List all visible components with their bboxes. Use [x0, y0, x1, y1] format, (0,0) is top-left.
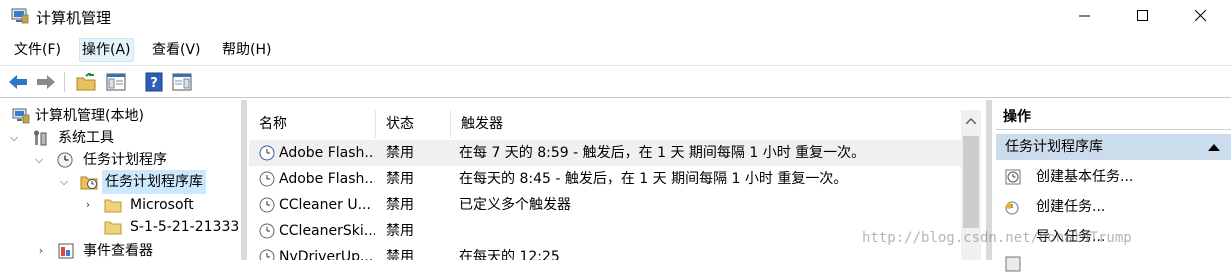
- actions-header: 操作: [996, 104, 1231, 130]
- task-clock-icon: [259, 145, 275, 161]
- window-title: 计算机管理: [36, 9, 112, 27]
- up-level-button[interactable]: [74, 70, 98, 94]
- back-arrow-icon: [9, 75, 27, 89]
- divider: [0, 97, 1231, 98]
- task-clock-icon: [259, 223, 275, 239]
- actions-section-header[interactable]: 任务计划程序库: [996, 134, 1231, 160]
- left-splitter[interactable]: [241, 100, 247, 260]
- clock-icon: [57, 152, 73, 168]
- scrollbar-thumb[interactable]: [963, 136, 979, 228]
- menu-bar: 文件(F) 操作(A) 查看(V) 帮助(H): [0, 36, 1231, 64]
- show-hide-action-pane-button[interactable]: [170, 70, 194, 94]
- menu-view[interactable]: 查看(V): [150, 39, 203, 61]
- menu-help[interactable]: 帮助(H): [220, 39, 273, 61]
- close-icon: [1195, 10, 1207, 22]
- collapse-up-icon[interactable]: [1208, 144, 1220, 151]
- maximize-icon: [1137, 10, 1148, 21]
- folder-clock-icon: [80, 176, 98, 190]
- system-tools-icon: [34, 130, 47, 146]
- back-button[interactable]: [6, 70, 30, 94]
- computer-management-icon: [11, 8, 29, 24]
- tree-item-label: S-1-5-21-21333: [130, 219, 240, 235]
- svg-text:?: ?: [150, 76, 158, 91]
- help-button[interactable]: ?: [142, 70, 166, 94]
- create-task-icon: [1005, 201, 1019, 215]
- tree-item-label: 事件查看器: [83, 243, 153, 259]
- cell-name: CCleanerSki...: [279, 223, 375, 239]
- folder-icon: [104, 221, 122, 235]
- chevron-down-icon[interactable]: ⌵: [58, 170, 70, 194]
- forward-arrow-icon: [37, 75, 55, 89]
- minimize-icon: [1079, 15, 1090, 17]
- show-hide-tree-icon: [106, 73, 126, 91]
- table-row[interactable]: NvDriverUp... 禁用 在每天的 12:25: [249, 244, 961, 260]
- cell-status: 禁用: [386, 145, 414, 161]
- table-row[interactable]: Adobe Flash... 禁用 在每 7 天的 8:59 - 触发后，在 1…: [249, 140, 961, 166]
- cell-status: 禁用: [386, 249, 414, 260]
- chevron-down-icon[interactable]: ⌵: [33, 148, 45, 172]
- cell-trigger: 在每天的 12:25: [459, 249, 560, 260]
- up-folder-icon: [76, 73, 96, 91]
- next-action[interactable]: [996, 252, 1231, 278]
- tree-item-label: 系统工具: [58, 130, 114, 146]
- cell-trigger: 已定义多个触发器: [459, 197, 571, 213]
- cell-trigger: 在每天的 8:45 - 触发后，在 1 天 期间每隔 1 小时 重复一次。: [459, 171, 848, 187]
- action-label: 创建任务...: [1036, 199, 1106, 215]
- cell-name: CCleaner U...: [279, 197, 371, 213]
- action-label: 创建基本任务...: [1036, 169, 1134, 185]
- tree-item-label: 计算机管理(本地): [35, 108, 144, 124]
- action-icon: [1005, 256, 1021, 272]
- show-hide-action-pane-icon: [172, 73, 192, 91]
- cell-status: 禁用: [386, 197, 414, 213]
- cell-trigger: 在每 7 天的 8:59 - 触发后，在 1 天 期间每隔 1 小时 重复一次。: [459, 145, 866, 161]
- maximize-button[interactable]: [1120, 0, 1166, 32]
- tree-item-label: Microsoft: [130, 197, 194, 213]
- show-hide-tree-button[interactable]: [104, 70, 128, 94]
- task-clock-icon: [259, 197, 275, 213]
- chevron-right-icon[interactable]: ›: [82, 193, 94, 217]
- basic-task-icon: [1005, 169, 1021, 185]
- event-viewer-icon: [58, 243, 74, 259]
- chevron-down-icon[interactable]: ⌵: [8, 126, 20, 150]
- table-row[interactable]: CCleaner U... 禁用 已定义多个触发器: [249, 192, 961, 218]
- cell-status: 禁用: [386, 223, 414, 239]
- column-header-name[interactable]: 名称: [249, 110, 376, 138]
- close-button[interactable]: [1178, 0, 1224, 32]
- column-header-trigger[interactable]: 触发器: [451, 110, 961, 138]
- task-clock-icon: [259, 249, 275, 260]
- table-row[interactable]: CCleanerSki... 禁用: [249, 218, 961, 244]
- create-basic-task-action[interactable]: 创建基本任务...: [996, 164, 1231, 190]
- help-icon: ?: [145, 72, 163, 92]
- toolbar-separator: [64, 72, 65, 92]
- menu-action[interactable]: 操作(A): [79, 38, 134, 62]
- create-task-action[interactable]: 创建任务...: [996, 194, 1231, 220]
- toolbar: ?: [0, 65, 1231, 98]
- computer-management-icon: [12, 108, 30, 124]
- list-header: 名称 状态 触发器: [249, 110, 961, 138]
- scroll-up-icon[interactable]: [966, 118, 976, 124]
- console-tree: 计算机管理(本地) ⌵ 系统工具 ⌵ 任务计划程序 ⌵ 任务计划程序库 › Mi…: [0, 100, 240, 260]
- tree-item-label: 任务计划程序库: [102, 170, 206, 194]
- forward-button[interactable]: [34, 70, 58, 94]
- title-bar: 计算机管理: [0, 0, 1231, 34]
- menu-file[interactable]: 文件(F): [12, 39, 63, 61]
- cell-name: NvDriverUp...: [279, 249, 374, 260]
- tree-item-label: 任务计划程序: [83, 152, 167, 168]
- minimize-button[interactable]: [1062, 0, 1108, 32]
- folder-icon: [104, 199, 122, 213]
- task-clock-icon: [259, 171, 275, 187]
- cell-status: 禁用: [386, 171, 414, 187]
- cell-name: Adobe Flash...: [279, 171, 375, 187]
- cell-name: Adobe Flash...: [279, 145, 375, 161]
- chevron-right-icon[interactable]: ›: [35, 239, 47, 260]
- actions-section-label: 任务计划程序库: [1005, 139, 1103, 155]
- column-header-status[interactable]: 状态: [376, 110, 451, 138]
- watermark: http://blog.csdn.net/DonaldTrump: [862, 230, 1132, 246]
- table-row[interactable]: Adobe Flash... 禁用 在每天的 8:45 - 触发后，在 1 天 …: [249, 166, 961, 192]
